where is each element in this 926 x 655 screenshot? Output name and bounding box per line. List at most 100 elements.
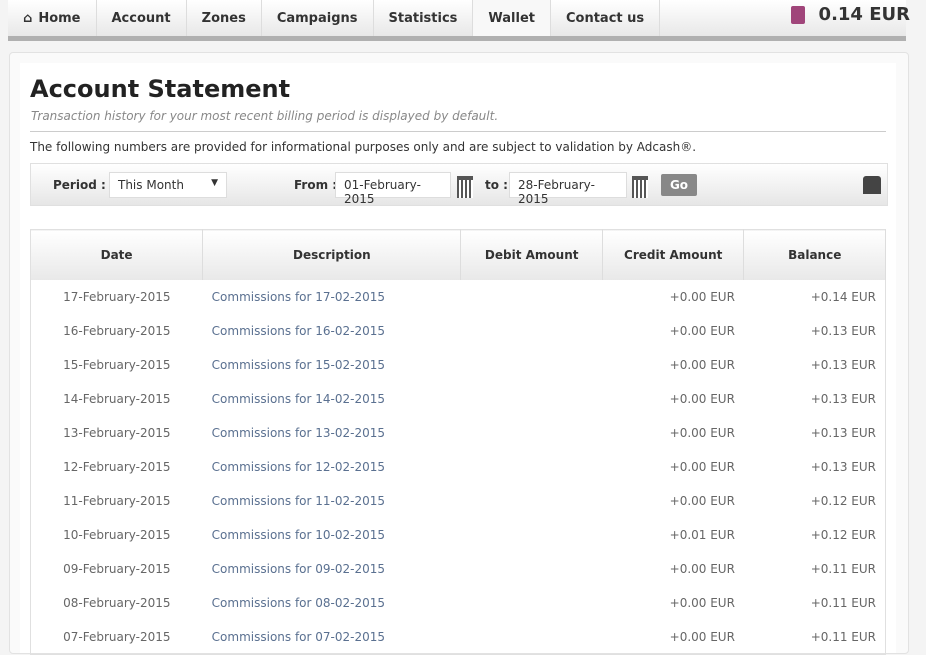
print-icon[interactable]: [863, 176, 881, 194]
nav-label: Wallet: [488, 10, 535, 26]
disclaimer: The following numbers are provided for i…: [30, 140, 697, 154]
table-cell: +0.01 EUR: [669, 528, 735, 542]
nav-zones[interactable]: Zones: [187, 0, 262, 36]
table-row: 11-February-2015 Commissions for 11-02-20…: [31, 484, 886, 518]
wallet-icon: [790, 5, 805, 24]
top-nav: ⌂ Home Account Zones Campaigns Statistics Wal…: [8, 0, 906, 41]
period-label: Period :: [53, 178, 106, 192]
table-row: 13-February-2015 Commissions for 13-02-20…: [31, 416, 886, 450]
table-cell: Commissions for 15-02-2015: [211, 358, 386, 372]
table-cell: +0.13 EUR: [810, 460, 876, 474]
page-subtitle: Transaction history for your most recent…: [31, 109, 499, 123]
table-cell: +0.14 EUR: [810, 290, 876, 304]
table-row: 17-February-2015 Commissions for 17-02-20…: [31, 280, 886, 314]
nav-account[interactable]: Account: [97, 0, 187, 36]
table-cell: 14-February-2015: [63, 392, 171, 406]
table-cell: 16-February-2015: [63, 324, 171, 338]
table-row: 10-February-2015 Commissions for 10-02-20…: [31, 518, 886, 552]
nav-wallet[interactable]: Wallet: [473, 0, 551, 36]
table-cell: Commissions for 13-02-2015: [211, 426, 386, 440]
to-date-input[interactable]: 28-February-2015: [509, 172, 627, 206]
table-cell: +0.00 EUR: [669, 562, 735, 576]
column-header[interactable]: Debit Amount: [460, 229, 603, 280]
table-cell: +0.11 EUR: [810, 596, 876, 610]
table-row: 12-February-2015 Commissions for 12-02-20…: [31, 450, 886, 484]
period-value: This Month: [118, 178, 184, 192]
table-row: 08-February-2015 Commissions for 08-02-20…: [31, 586, 886, 620]
column-header[interactable]: Balance: [743, 229, 886, 280]
table-cell: +0.00 EUR: [669, 494, 735, 508]
nav-label: Contact us: [565, 10, 645, 26]
table-cell: Commissions for 08-02-2015: [211, 596, 386, 610]
table-cell: +0.00 EUR: [669, 358, 735, 372]
table-cell: Commissions for 16-02-2015: [211, 324, 386, 338]
content-panel: Account Statement Transaction history fo…: [9, 52, 909, 655]
go-button[interactable]: Go: [661, 174, 697, 196]
table-cell: [461, 382, 602, 416]
nav-label: Zones: [201, 10, 246, 26]
table-cell: Commissions for 17-02-2015: [211, 290, 386, 304]
table-cell: 17-February-2015: [63, 290, 171, 304]
calendar-icon[interactable]: [457, 176, 473, 198]
table-cell: +0.12 EUR: [810, 528, 876, 542]
nav-label: Statistics: [388, 10, 458, 26]
table-cell: +0.00 EUR: [669, 392, 735, 406]
table-cell: [461, 416, 602, 450]
nav-label: Home: [38, 10, 81, 26]
table-cell: +0.11 EUR: [810, 562, 876, 576]
dropdown-arrow-icon: ▼: [211, 178, 218, 188]
table-cell: +0.00 EUR: [669, 290, 735, 304]
nav-label: Account: [111, 10, 171, 26]
divider: [30, 131, 886, 132]
table-cell: +0.00 EUR: [669, 324, 735, 338]
nav-contact-us[interactable]: Contact us: [551, 0, 661, 36]
table-cell: 09-February-2015: [63, 562, 171, 576]
table-cell: +0.00 EUR: [669, 460, 735, 474]
to-label: to :: [485, 178, 508, 192]
table-cell: 12-February-2015: [63, 460, 171, 474]
home-icon: ⌂: [23, 10, 33, 26]
from-label: From :: [294, 178, 338, 192]
table-row: 15-February-2015 Commissions for 15-02-20…: [31, 348, 886, 382]
table-row: 09-February-2015 Commissions for 09-02-20…: [31, 552, 886, 586]
table-cell: +0.13 EUR: [810, 324, 876, 338]
table-cell: +0.13 EUR: [810, 358, 876, 372]
table-cell: +0.00 EUR: [669, 596, 735, 610]
column-header[interactable]: Credit Amount: [602, 229, 745, 280]
table-cell: [461, 586, 602, 620]
column-header[interactable]: Date: [30, 229, 204, 280]
table-cell: [461, 450, 602, 484]
table-cell: +0.13 EUR: [810, 392, 876, 406]
nav-home[interactable]: ⌂ Home: [8, 0, 97, 36]
table-row: 16-February-2015 Commissions for 16-02-20…: [31, 314, 886, 348]
table-cell: 08-February-2015: [63, 596, 171, 610]
period-select[interactable]: This Month ▼: [109, 172, 227, 198]
column-header[interactable]: Description: [202, 229, 462, 280]
table-cell: Commissions for 12-02-2015: [211, 460, 386, 474]
table-cell: Commissions for 09-02-2015: [211, 562, 386, 576]
table-cell: [461, 484, 602, 518]
balance-amount: 0.14 EUR: [818, 4, 910, 25]
nav-campaigns[interactable]: Campaigns: [262, 0, 374, 36]
nav-label: Campaigns: [276, 10, 358, 26]
nav-statistics[interactable]: Statistics: [374, 0, 474, 36]
from-date-input[interactable]: 01-February-2015: [335, 172, 451, 206]
table-cell: [461, 348, 602, 382]
table-cell: +0.12 EUR: [810, 494, 876, 508]
table-cell: [461, 518, 602, 552]
table-cell: [461, 552, 602, 586]
table-row: 07-February-2015 Commissions for 07-02-20…: [31, 620, 886, 655]
table-cell: 10-February-2015: [63, 528, 171, 542]
table-cell: +0.13 EUR: [810, 426, 876, 440]
table-cell: +0.11 EUR: [810, 630, 876, 644]
table-cell: 13-February-2015: [63, 426, 171, 440]
table-cell: 15-February-2015: [63, 358, 171, 372]
table-cell: 07-February-2015: [63, 630, 171, 644]
filter-bar: Period : This Month ▼ From : 01-February-…: [30, 163, 888, 206]
statement-table: Date Description Debit Amount Credit Amount…: [30, 229, 886, 655]
table-cell: Commissions for 10-02-2015: [211, 528, 386, 542]
table-cell: [461, 620, 602, 655]
wallet-balance[interactable]: 0.14 EUR: [790, 4, 910, 25]
page-title: Account Statement: [30, 75, 291, 103]
calendar-icon[interactable]: [632, 176, 648, 198]
